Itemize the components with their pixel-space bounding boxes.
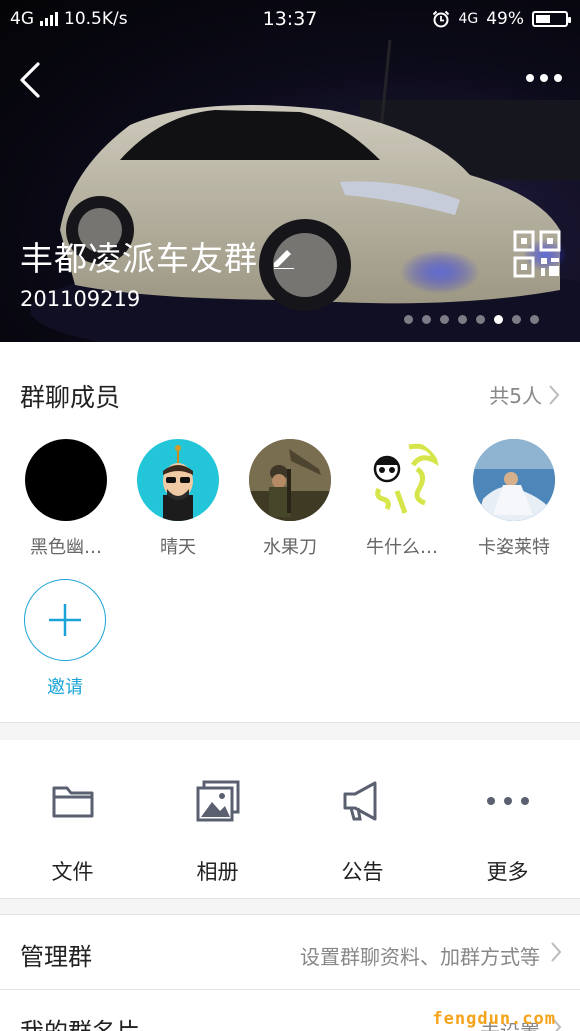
group-number: 201109219	[20, 287, 141, 311]
album-button[interactable]: 相册	[145, 740, 290, 898]
group-title-row[interactable]: 丰都凌派车友群	[20, 232, 296, 280]
carousel-dot	[512, 315, 521, 324]
avatar	[25, 439, 107, 521]
group-cover-banner[interactable]: 4G 10.5K/s 13:37 4G 49% 丰都凌派车友群 20110921…	[0, 0, 580, 342]
carousel-dot	[530, 315, 539, 324]
group-name: 丰都凌派车友群	[20, 239, 258, 278]
manage-group-row[interactable]: 管理群 设置群聊资料、加群方式等	[0, 915, 580, 989]
files-button[interactable]: 文件	[0, 740, 145, 898]
album-label: 相册	[196, 860, 239, 884]
member-item[interactable]: 水果刀	[234, 439, 346, 559]
carousel-dot	[458, 315, 467, 324]
member-name: 卡姿莱特	[478, 537, 550, 558]
my-group-card-label: 我的群名片	[20, 1012, 140, 1031]
announcement-button[interactable]: 公告	[290, 740, 435, 898]
member-avatar-list: 黑色幽… 晴天 水果刀 牛什么… 卡姿莱特	[0, 439, 580, 559]
avatar	[249, 439, 331, 521]
files-label: 文件	[51, 860, 94, 884]
edit-pencil-icon[interactable]	[270, 243, 296, 269]
member-name: 水果刀	[263, 537, 317, 558]
avatar	[473, 439, 555, 521]
more-button[interactable]: 更多	[435, 740, 580, 898]
qr-code-icon[interactable]	[513, 230, 561, 278]
member-count: 共5人	[489, 384, 542, 408]
announcement-label: 公告	[341, 860, 384, 884]
manage-group-label: 管理群	[20, 943, 92, 971]
chevron-right-icon	[549, 384, 560, 405]
more-dots-icon	[485, 778, 531, 824]
divider	[0, 898, 580, 899]
battery-percent: 49%	[486, 9, 524, 29]
megaphone-icon	[340, 778, 386, 824]
folder-icon	[50, 778, 96, 824]
carousel-dot	[404, 315, 413, 324]
member-item[interactable]: 卡姿莱特	[458, 439, 570, 559]
carousel-dot	[440, 315, 449, 324]
member-name: 晴天	[160, 537, 196, 558]
alarm-icon	[433, 10, 450, 28]
manage-group-value: 设置群聊资料、加群方式等	[300, 945, 540, 969]
carousel-indicator	[404, 315, 539, 324]
member-name: 牛什么…	[366, 537, 438, 558]
photo-album-icon	[195, 778, 241, 824]
battery-icon	[532, 11, 571, 27]
status-bar: 4G 10.5K/s 13:37 4G 49%	[0, 0, 580, 38]
carousel-dot	[422, 315, 431, 324]
carousel-dot	[494, 315, 503, 324]
group-actions-bar: 文件 相册 公告 更多	[0, 740, 580, 898]
back-arrow-icon[interactable]	[16, 58, 46, 102]
invite-label: 邀请	[47, 677, 83, 698]
carousel-dot	[476, 315, 485, 324]
avatar	[137, 439, 219, 521]
more-options-icon[interactable]	[524, 68, 564, 88]
member-count-link[interactable]: 共5人	[489, 380, 560, 409]
member-item[interactable]: 牛什么…	[346, 439, 458, 559]
avatar	[361, 439, 443, 521]
invite-member-button[interactable]: 邀请	[24, 579, 106, 699]
plus-icon	[24, 579, 106, 661]
member-item[interactable]: 黑色幽…	[10, 439, 122, 559]
more-label: 更多	[486, 860, 529, 884]
member-item[interactable]: 晴天	[122, 439, 234, 559]
chevron-right-icon	[551, 942, 562, 962]
member-name: 黑色幽…	[30, 537, 102, 558]
divider	[0, 722, 580, 723]
members-section: 群聊成员 共5人 黑色幽… 晴天 水果刀 牛什么… 卡姿莱特 邀请	[0, 342, 580, 722]
watermark: fengdun.com	[432, 1009, 556, 1029]
network-type-right: 4G	[458, 11, 479, 27]
members-title: 群聊成员	[20, 383, 121, 412]
